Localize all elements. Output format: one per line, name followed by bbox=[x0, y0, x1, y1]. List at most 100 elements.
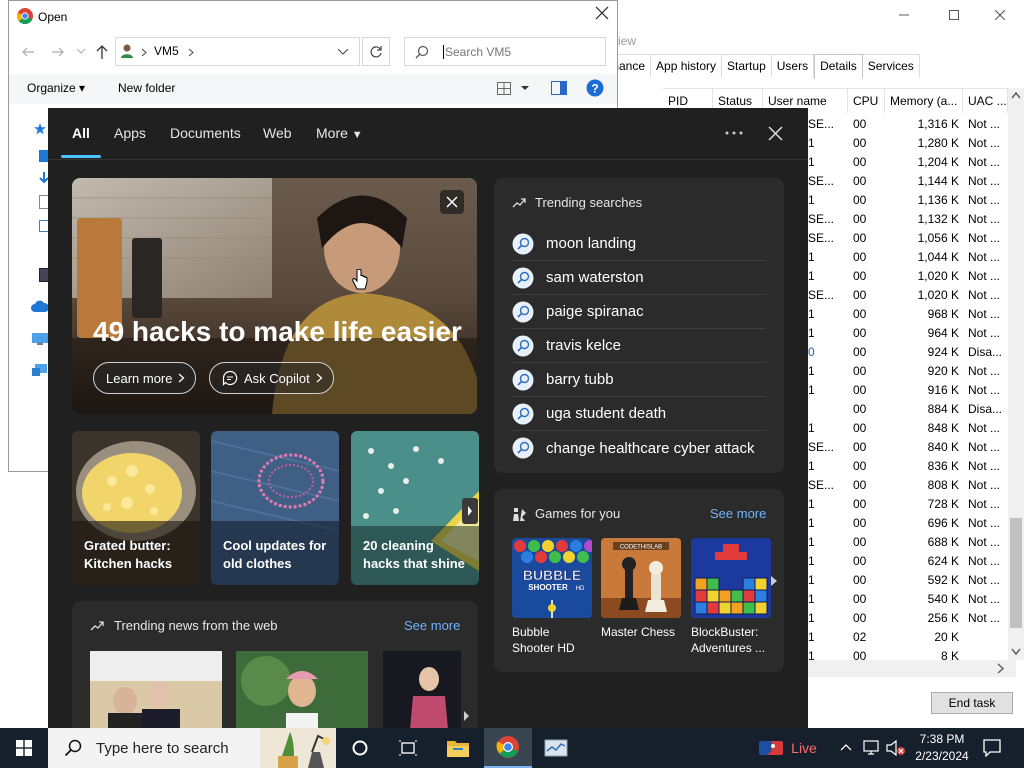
address-dropdown-icon[interactable] bbox=[338, 49, 348, 55]
cell-cpu: 02 bbox=[853, 630, 867, 644]
quick-access-star-icon[interactable] bbox=[34, 123, 46, 135]
cell-mem: 1,204 K bbox=[917, 155, 959, 169]
flyout-close-icon[interactable] bbox=[768, 126, 783, 141]
ask-copilot-button[interactable]: Ask Copilot bbox=[209, 362, 334, 394]
news-see-more-link[interactable]: See more bbox=[404, 618, 460, 633]
learn-more-button[interactable]: Learn more bbox=[93, 362, 197, 394]
tm-view-menu[interactable]: iew bbox=[618, 34, 636, 48]
news-thumb-politicians[interactable] bbox=[90, 651, 222, 728]
column-header[interactable]: CPU bbox=[848, 89, 885, 113]
tm-tab-1[interactable]: App history bbox=[651, 54, 723, 78]
master-chess-art: CODETHISLAB bbox=[601, 538, 681, 618]
cell-cpu: 00 bbox=[853, 117, 867, 131]
end-task-button[interactable]: End task bbox=[931, 692, 1013, 714]
this-pc-icon[interactable] bbox=[31, 332, 49, 346]
new-folder-button[interactable]: New folder bbox=[118, 81, 175, 95]
show-hidden-icons-icon[interactable] bbox=[840, 743, 852, 751]
search-circle-icon bbox=[512, 335, 534, 356]
tab-web[interactable]: Web bbox=[263, 125, 292, 141]
game-master-chess[interactable]: CODETHISLAB Master Chess bbox=[601, 538, 685, 640]
cell-user: 1 bbox=[808, 364, 815, 378]
hero-dismiss-icon[interactable] bbox=[440, 190, 464, 214]
trending-item[interactable]: sam waterston bbox=[512, 261, 766, 295]
task-manager-taskbar-button[interactable] bbox=[532, 728, 580, 768]
tab-all[interactable]: All bbox=[72, 125, 90, 141]
games-see-more-link[interactable]: See more bbox=[710, 506, 766, 521]
column-header[interactable]: Memory (a... bbox=[885, 89, 963, 113]
cards-next-icon[interactable] bbox=[462, 498, 478, 524]
volume-muted-icon[interactable] bbox=[886, 740, 906, 756]
clock[interactable]: 7:38 PM 2/23/2024 bbox=[912, 731, 972, 765]
hero-card[interactable]: 49 hacks to make life easier Learn more … bbox=[72, 178, 477, 414]
mlb-live-widget[interactable]: Live bbox=[756, 728, 820, 768]
tm-close-button[interactable] bbox=[977, 0, 1023, 30]
dialog-search-input[interactable]: Search VM5 bbox=[404, 37, 606, 66]
task-view-button[interactable] bbox=[384, 728, 432, 768]
clock-time: 7:38 PM bbox=[919, 732, 965, 746]
trending-item[interactable]: moon landing bbox=[512, 227, 766, 261]
card-cool-updates[interactable]: Cool updates for old clothes bbox=[211, 431, 339, 585]
more-options-icon[interactable] bbox=[725, 131, 743, 135]
cell-uac: Not ... bbox=[968, 212, 1001, 226]
trending-label: moon landing bbox=[546, 235, 637, 252]
network-icon[interactable] bbox=[31, 362, 49, 378]
minimize-button[interactable] bbox=[881, 0, 927, 30]
cell-uac: Not ... bbox=[968, 250, 1001, 264]
tab-documents[interactable]: Documents bbox=[170, 125, 241, 141]
tab-more[interactable]: More ▼ bbox=[316, 125, 363, 141]
horizontal-scrollbar[interactable] bbox=[808, 660, 1016, 677]
tm-tab-4[interactable]: Details bbox=[814, 54, 863, 79]
cell-uac: Not ... bbox=[968, 326, 1001, 340]
view-options-icon[interactable] bbox=[497, 82, 511, 95]
trending-item[interactable]: change healthcare cyber attack bbox=[512, 431, 766, 465]
vertical-scrollbar[interactable] bbox=[1008, 88, 1024, 660]
column-header[interactable]: UAC ... bbox=[963, 89, 1008, 113]
cell-user: 1 bbox=[808, 155, 815, 169]
onedrive-icon[interactable] bbox=[31, 300, 49, 312]
cell-cpu: 00 bbox=[853, 326, 867, 340]
tm-tab-5[interactable]: Services bbox=[862, 54, 920, 78]
forward-arrow-icon[interactable] bbox=[51, 45, 65, 59]
network-status-icon[interactable] bbox=[863, 740, 881, 756]
news-thumb-golfer[interactable] bbox=[236, 651, 368, 728]
card-grated-butter[interactable]: Grated butter: Kitchen hacks bbox=[72, 431, 200, 585]
chrome-taskbar-button[interactable] bbox=[484, 728, 532, 768]
organize-button[interactable]: Organize ▾ bbox=[27, 81, 85, 95]
bubble-shooter-art: BUBBLE SHOOTER HD bbox=[512, 538, 592, 618]
trending-label: barry tubb bbox=[546, 371, 614, 388]
taskbar-search-box[interactable]: Type here to search bbox=[48, 728, 336, 768]
refresh-button[interactable] bbox=[362, 37, 390, 66]
game-blockbuster[interactable]: BlockBuster: Adventures ... bbox=[691, 538, 775, 656]
dialog-close-button[interactable] bbox=[595, 6, 613, 24]
file-explorer-button[interactable] bbox=[434, 728, 482, 768]
cell-cpu: 00 bbox=[853, 345, 867, 359]
up-arrow-icon[interactable] bbox=[95, 44, 109, 60]
cell-cpu: 00 bbox=[853, 155, 867, 169]
maximize-button[interactable] bbox=[931, 0, 977, 30]
trending-item[interactable]: uga student death bbox=[512, 397, 766, 431]
view-dropdown-icon[interactable] bbox=[521, 86, 529, 91]
news-next-icon[interactable] bbox=[462, 709, 472, 723]
preview-pane-icon[interactable] bbox=[551, 81, 567, 95]
trending-item[interactable]: paige spiranac bbox=[512, 295, 766, 329]
address-bar[interactable]: VM5 bbox=[115, 37, 360, 66]
cell-cpu: 00 bbox=[853, 136, 867, 150]
start-button[interactable] bbox=[0, 728, 48, 768]
recent-dropdown-icon[interactable] bbox=[77, 49, 85, 55]
cell-user: SE... bbox=[808, 288, 835, 302]
card-cleaning-hacks[interactable]: 20 cleaning hacks that shine bbox=[351, 431, 479, 585]
trending-item[interactable]: barry tubb bbox=[512, 363, 766, 397]
scroll-thumb bbox=[1010, 518, 1022, 628]
chevron-right-icon bbox=[316, 373, 323, 383]
game-bubble-shooter[interactable]: BUBBLE SHOOTER HD Bubble Shooter HD bbox=[512, 538, 596, 656]
tab-apps[interactable]: Apps bbox=[114, 125, 146, 141]
notifications-button[interactable] bbox=[968, 728, 1016, 768]
trending-item[interactable]: travis kelce bbox=[512, 329, 766, 363]
windows-logo-icon bbox=[16, 740, 32, 756]
news-thumb-singer[interactable] bbox=[383, 651, 461, 728]
tm-tab-2[interactable]: Startup bbox=[722, 54, 772, 78]
tm-tab-3[interactable]: Users bbox=[771, 54, 815, 78]
cortana-button[interactable] bbox=[336, 728, 384, 768]
help-icon[interactable]: ? bbox=[586, 79, 604, 97]
back-arrow-icon[interactable] bbox=[21, 45, 35, 59]
